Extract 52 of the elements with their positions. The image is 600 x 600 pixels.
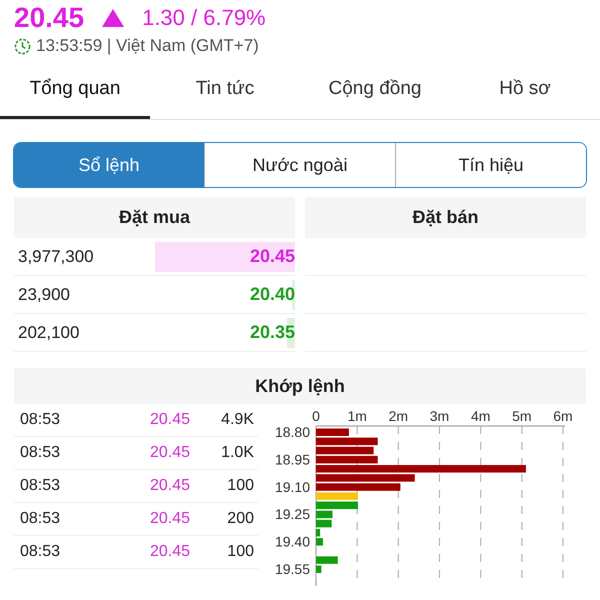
x-axis-label: 2m [388,408,408,424]
volume-bar [316,566,322,573]
y-axis-label: 19.40 [274,534,310,550]
trade-time: 08:53 [19,543,62,561]
up-arrow-icon [102,9,124,27]
x-axis-label: 5m [512,408,532,424]
nav-tab[interactable]: Tin tức [150,68,300,119]
bid-volume: 202,100 [17,322,80,342]
update-time: 13:53:59 | Việt Nam (GMT+7) [36,36,259,56]
column-header: Đặt mua [14,197,295,238]
y-axis-label: 19.55 [274,561,310,577]
trade-volume: 100 [226,477,255,495]
trade-time: 08:53 [19,510,62,528]
y-axis-label: 19.10 [274,478,310,495]
price-change: 1.30 / 6.79% [142,4,266,32]
trade-volume: 200 [226,510,255,528]
volume-bar [316,556,338,564]
trade-price: 20.45 [148,444,190,462]
trade-time: 08:53 [19,477,62,495]
bid-volume: 23,900 [17,284,71,304]
trade-time: 08:53 [19,411,62,429]
segment-tab[interactable]: Tín hiệu [395,143,586,187]
volume-bar [316,428,349,436]
bid-price: 20.35 [250,322,295,343]
clock-icon [14,38,31,54]
x-axis-label: 4m [470,408,490,424]
trade-time: 08:53 [19,444,62,462]
bid-price: 20.40 [250,284,295,305]
nav-tab[interactable]: Cộng đồng [300,68,450,119]
trade-price: 20.45 [148,411,190,429]
bid-volume: 3,977,300 [17,246,95,266]
trade-price: 20.45 [148,477,190,495]
trade-price: 20.45 [148,510,190,528]
bid-price: 20.45 [250,246,295,267]
column-header: Đặt bán [305,197,586,238]
trade-volume: 1.0K [220,444,255,462]
y-axis-label: 19.25 [274,506,310,522]
stock-price: 20.45 [14,2,84,34]
x-axis-label: 1m [347,408,367,424]
trade-volume: 100 [226,543,255,561]
nav-tab[interactable]: Hồ sơ [450,68,600,119]
x-axis-label: 6m [553,408,573,424]
nav-tab[interactable]: Tổng quan [0,68,150,119]
volume-bar [316,538,323,546]
y-axis-label: 18.80 [274,424,310,440]
x-axis-label: 3m [430,408,450,424]
y-axis-label: 18.95 [274,451,310,468]
x-axis-label: 0 [312,408,320,424]
segment-tab[interactable]: Sổ lệnh [14,143,204,187]
section-title: Khớp lệnh [14,368,586,404]
trade-volume: 4.9K [220,411,255,429]
trade-price: 20.45 [148,543,190,561]
